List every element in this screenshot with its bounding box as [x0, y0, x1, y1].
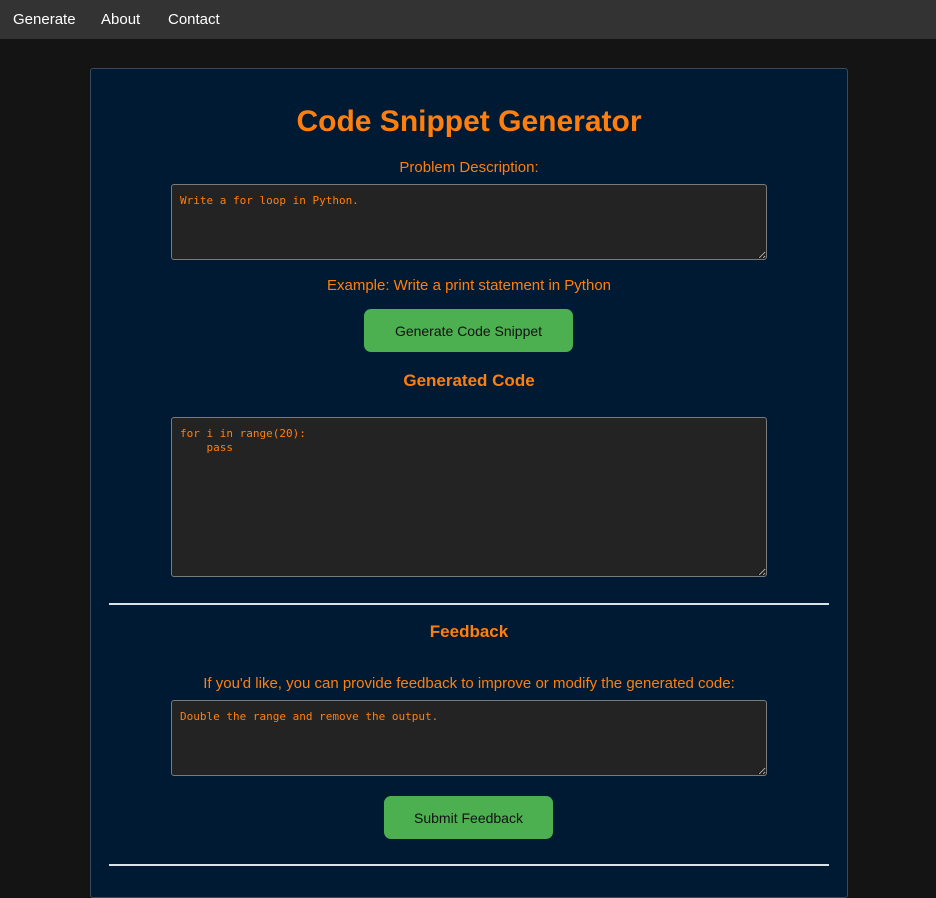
example-hint: Example: Write a print statement in Pyth…: [326, 277, 612, 294]
nav-link-contact[interactable]: Contact: [168, 11, 220, 28]
top-navbar: Generate About Contact: [0, 0, 936, 39]
feedback-label: If you'd like, you can provide feedback …: [203, 675, 735, 692]
problem-description-label: Problem Description:: [399, 159, 539, 176]
feedback-heading: Feedback: [429, 622, 509, 641]
problem-description-input[interactable]: Write a for loop in Python.: [171, 184, 767, 260]
generated-code-heading: Generated Code: [403, 371, 535, 390]
generator-card: Code Snippet Generator Problem Descripti…: [90, 68, 848, 898]
generate-code-button[interactable]: Generate Code Snippet: [364, 309, 573, 352]
section-divider-bottom: [109, 864, 829, 866]
feedback-input[interactable]: Double the range and remove the output.: [171, 700, 767, 776]
generated-code-output[interactable]: for i in range(20): pass: [171, 417, 767, 577]
page-title: Code Snippet Generator: [296, 105, 642, 138]
nav-link-about[interactable]: About: [101, 11, 140, 28]
nav-link-generate[interactable]: Generate: [13, 11, 76, 28]
section-divider: [109, 603, 829, 605]
submit-feedback-button[interactable]: Submit Feedback: [384, 796, 553, 839]
